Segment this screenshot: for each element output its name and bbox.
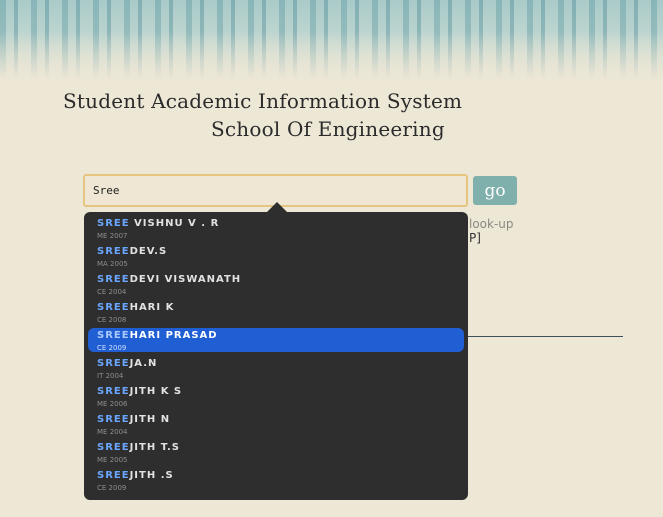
suggestion-meta: ME 2005 [97, 456, 128, 464]
suggestion-name: SREEHARI K [97, 302, 464, 314]
suggestion-name: SREEJITH N [97, 414, 464, 426]
suggestion-meta: ME 2006 [97, 400, 128, 408]
suggestion-name: SREEDEV.S [97, 246, 464, 258]
match-prefix: SREE [97, 386, 130, 397]
suggestion-name: SREEJITH K S [97, 386, 464, 398]
name-rest: JITH N [129, 414, 171, 425]
suggestion-name: SREEHARI PRASAD [97, 330, 464, 342]
match-prefix: SREE [97, 330, 130, 341]
suggestion-item[interactable]: SREEHARI K CE 2008 [88, 300, 464, 324]
suggestion-item[interactable]: SREE VISHNU V . R ME 2007 [88, 216, 464, 240]
name-rest: JA.N [129, 358, 158, 369]
suggestion-meta: MA 2005 [97, 260, 128, 268]
match-prefix: SREE [97, 358, 130, 369]
suggestion-meta: CE 2009 [97, 484, 127, 492]
name-rest: JITH K S [129, 386, 183, 397]
suggestion-meta: CE 2004 [97, 288, 127, 296]
suggestion-item[interactable]: SREEDEVI VISWANATH CE 2004 [88, 272, 464, 296]
suggestion-item-selected[interactable]: SREEHARI PRASAD CE 2009 [88, 328, 464, 352]
name-rest: DEV.S [129, 246, 168, 257]
suggestion-meta: CE 2008 [97, 316, 127, 324]
suggestion-name: SREE VISHNU V . R [97, 218, 464, 230]
name-rest: JITH T.S [129, 442, 180, 453]
suggestion-item[interactable]: SREEJITH N ME 2004 [88, 412, 464, 436]
suggestion-meta: ME 2004 [97, 428, 128, 436]
divider-line [467, 336, 623, 337]
go-button[interactable]: go [473, 176, 517, 205]
header-banner [0, 0, 663, 80]
name-rest: VISHNU V . R [129, 218, 220, 229]
suggestion-item[interactable]: SREEDEV.S MA 2005 [88, 244, 464, 268]
suggestion-meta: CE 2009 [97, 344, 127, 352]
suggestion-item[interactable]: SREEJITH T.S ME 2005 [88, 440, 464, 464]
match-prefix: SREE [97, 274, 130, 285]
name-rest: HARI PRASAD [129, 330, 218, 341]
suggestion-name: SREEJITH .S [97, 470, 464, 482]
suggestion-meta: IT 2004 [97, 372, 124, 380]
suggestion-item[interactable]: SREEJITH K S ME 2006 [88, 384, 464, 408]
suggestion-meta: ME 2007 [97, 232, 128, 240]
suggestion-name: SREEJITH T.S [97, 442, 464, 454]
suggestion-item[interactable]: SREEJITH .S CE 2009 [88, 468, 464, 492]
suggestion-name: SREEDEVI VISWANATH [97, 274, 464, 286]
name-rest: DEVI VISWANATH [129, 274, 242, 285]
bracket-text: P] [469, 231, 481, 245]
suggestion-item[interactable]: SREEJA.N IT 2004 [88, 356, 464, 380]
name-rest: HARI K [129, 302, 175, 313]
match-prefix: SREE [97, 414, 130, 425]
lookup-text: look-up [469, 217, 514, 231]
page-subtitle: School Of Engineering [211, 117, 445, 141]
page-title: Student Academic Information System [63, 89, 463, 113]
match-prefix: SREE [97, 442, 130, 453]
dropdown-arrow [267, 202, 287, 212]
suggestion-name: SREEJA.N [97, 358, 464, 370]
autocomplete-dropdown: SREE VISHNU V . R ME 2007 SREEDEV.S MA 2… [84, 212, 468, 500]
match-prefix: SREE [97, 218, 130, 229]
match-prefix: SREE [97, 302, 130, 313]
match-prefix: SREE [97, 246, 130, 257]
name-rest: JITH .S [129, 470, 174, 481]
match-prefix: SREE [97, 470, 130, 481]
